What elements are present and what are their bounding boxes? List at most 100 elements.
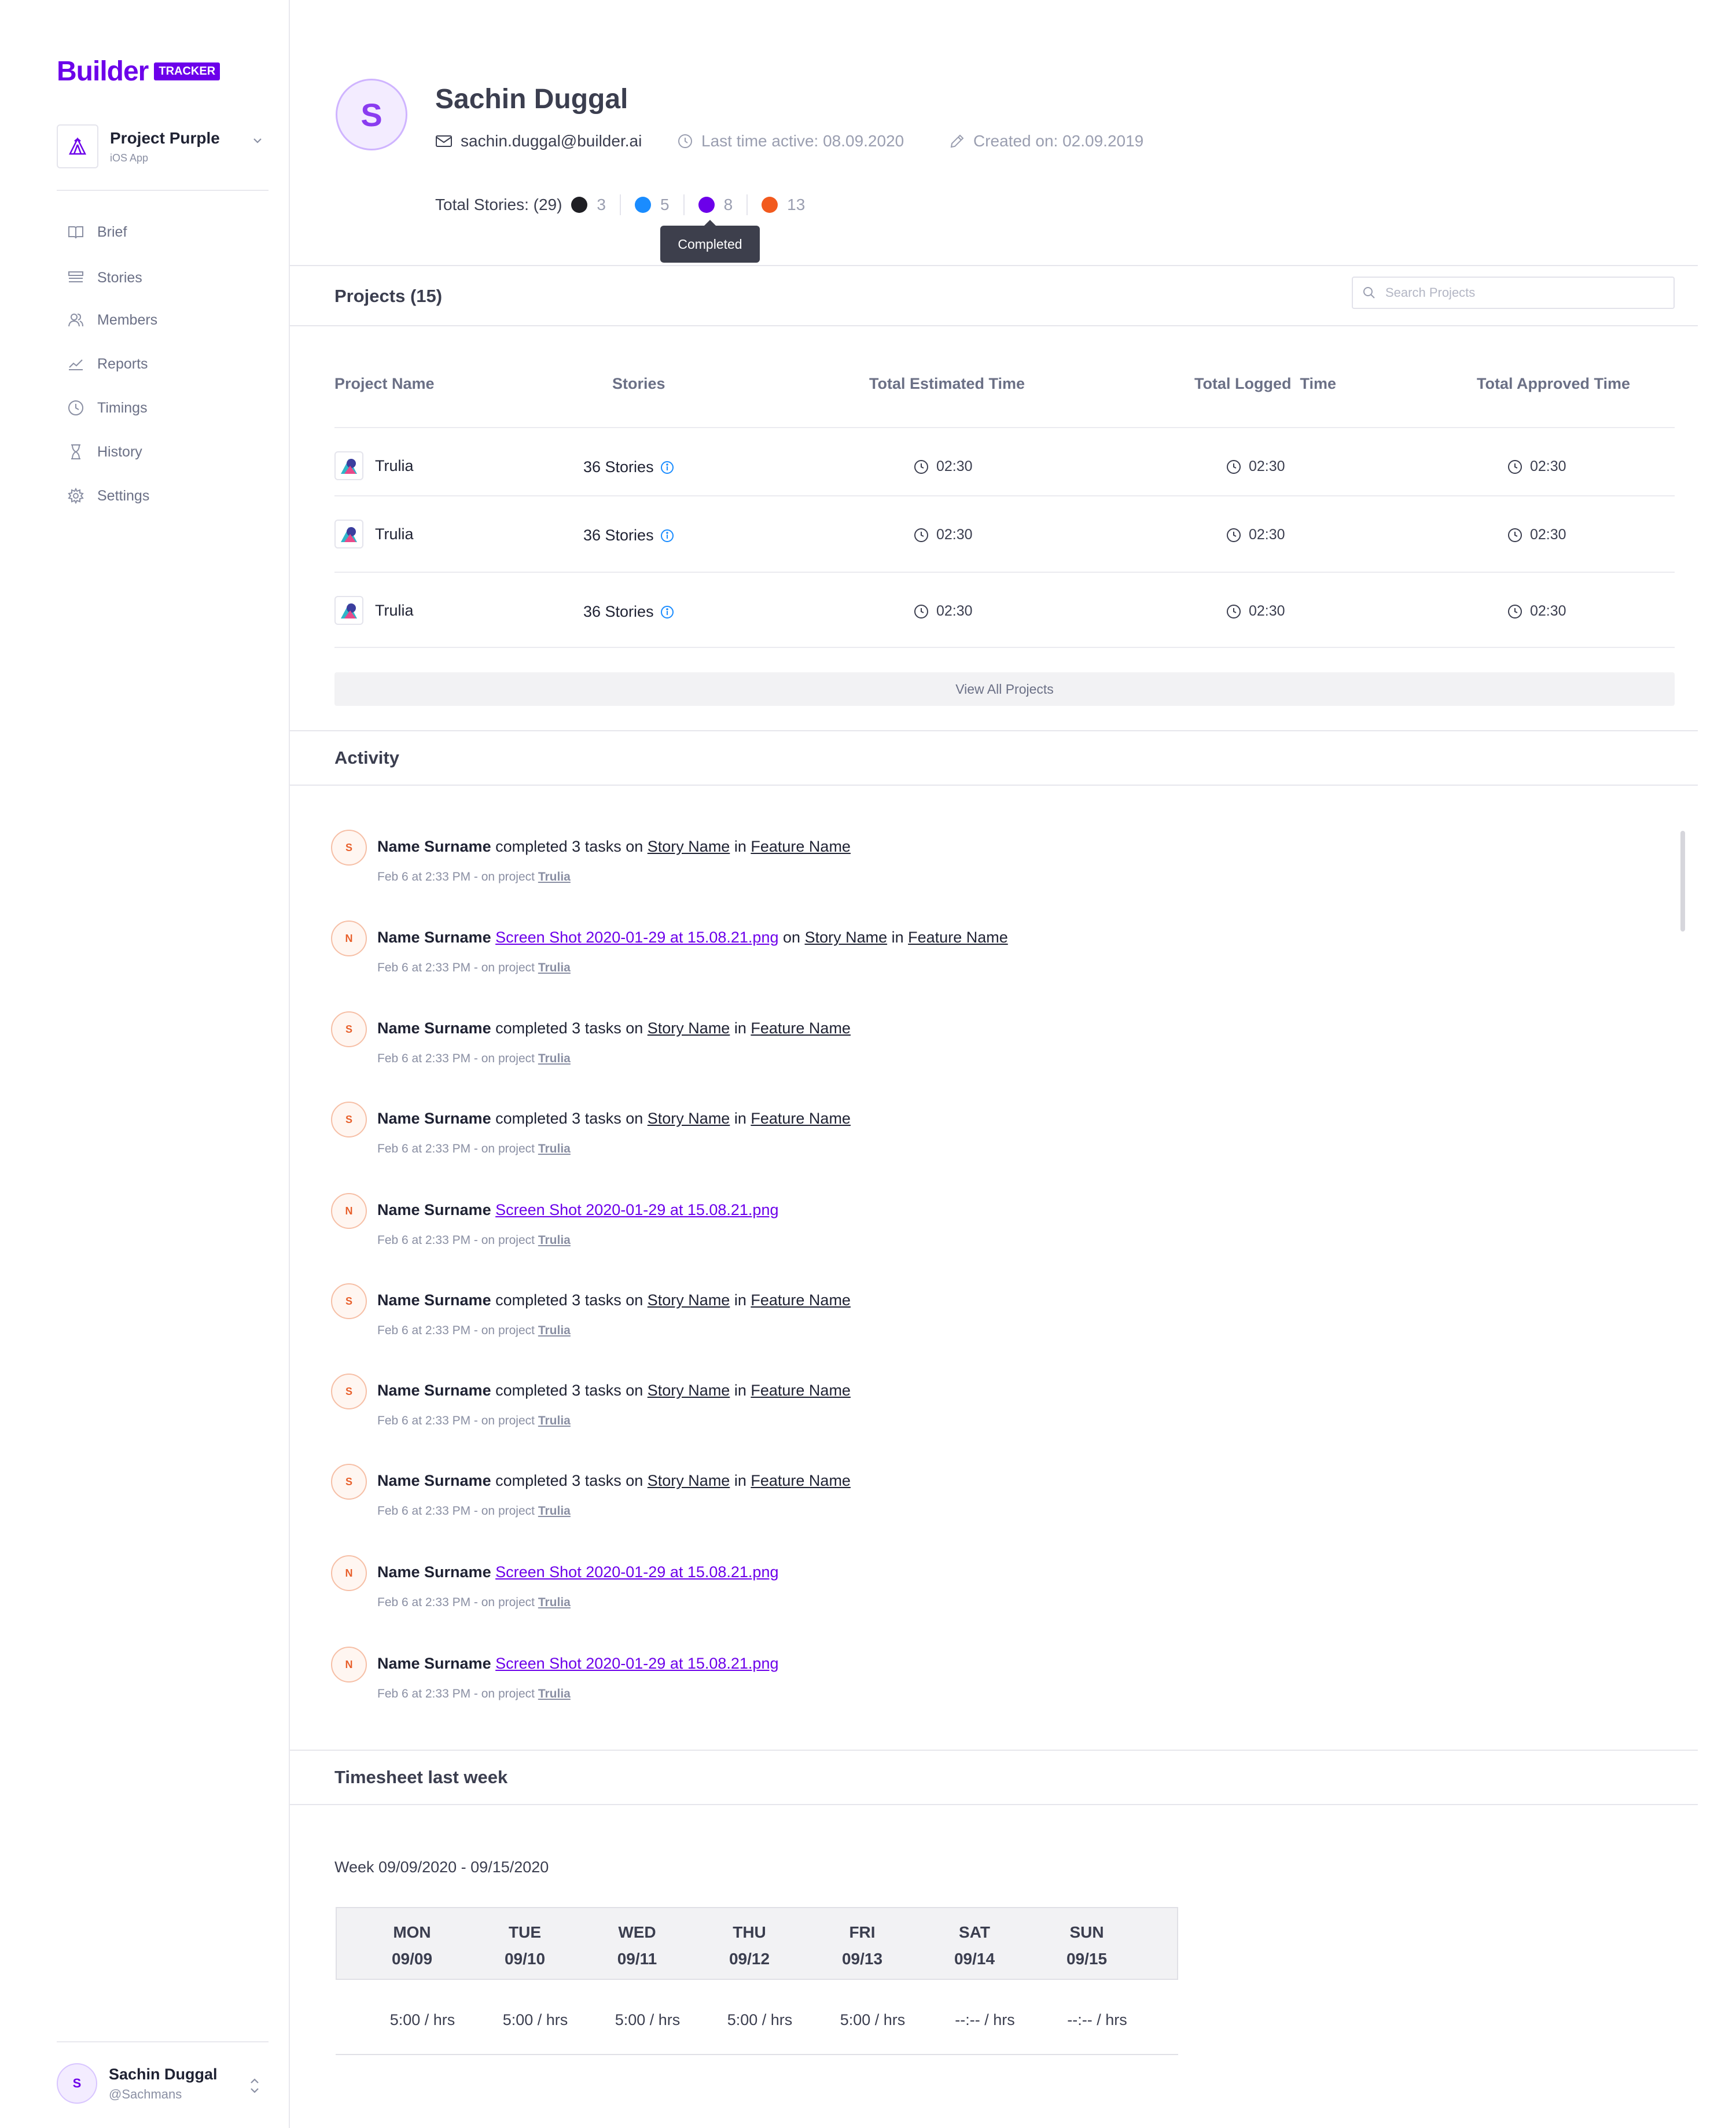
user-name[interactable]: Name Surname (377, 1019, 491, 1037)
sidebar-item-stories[interactable]: Stories (67, 269, 142, 286)
day-date: 09/09 (391, 1950, 433, 1968)
column-header[interactable]: Stories (612, 375, 665, 393)
sidebar-item-reports[interactable]: Reports (67, 355, 148, 373)
feature-link[interactable]: Feature Name (908, 929, 1008, 946)
avatar: S (57, 2063, 97, 2104)
column-header[interactable]: Total Estimated Time (869, 375, 1025, 393)
avatar: N (331, 1555, 367, 1591)
project-link[interactable]: Trulia (538, 1052, 571, 1065)
status-dot-completed[interactable] (698, 197, 715, 213)
search-box[interactable] (1352, 277, 1675, 309)
user-name[interactable]: Name Surname (377, 1563, 491, 1581)
status-dot[interactable] (635, 197, 651, 213)
week-range: Week 09/09/2020 - 09/15/2020 (334, 1858, 549, 1876)
day-header: SAT 09/14 (928, 1923, 1021, 1968)
story-link[interactable]: Story Name (648, 1382, 730, 1399)
activity-item: N Name Surname Screen Shot 2020-01-29 at… (331, 1193, 1662, 1262)
profile-email: sachin.duggal@builder.ai (435, 132, 642, 150)
feature-link[interactable]: Feature Name (751, 1382, 851, 1399)
story-link[interactable]: Story Name (805, 929, 888, 946)
table-row[interactable]: Trulia 36 Stories 02:30 02:30 02:30 (334, 572, 1675, 648)
divider (290, 265, 1698, 266)
builder-logo[interactable]: Builder TRACKER (57, 56, 220, 87)
user-name[interactable]: Name Surname (377, 1655, 491, 1672)
project-link[interactable]: Trulia (538, 1414, 571, 1427)
file-link[interactable]: Screen Shot 2020-01-29 at 15.08.21.png (495, 1655, 778, 1672)
feature-link[interactable]: Feature Name (751, 1019, 851, 1037)
file-link[interactable]: Screen Shot 2020-01-29 at 15.08.21.png (495, 1201, 778, 1218)
project-switcher[interactable]: Project Purple iOS App (57, 124, 269, 169)
avatar: N (331, 1193, 367, 1229)
in-text: in (734, 1110, 746, 1127)
user-name[interactable]: Name Surname (377, 1382, 491, 1399)
timesheet-title: Timesheet last week (334, 1767, 508, 1787)
project-link[interactable]: Trulia (538, 1504, 571, 1518)
activity-meta: Feb 6 at 2:33 PM - on project (377, 870, 535, 883)
project-link[interactable]: Trulia (538, 1234, 571, 1247)
project-link[interactable]: Trulia (538, 1324, 571, 1337)
project-name: Trulia (375, 525, 414, 543)
project-link[interactable]: Trulia (538, 1142, 571, 1155)
story-link[interactable]: Story Name (648, 1110, 730, 1127)
table-row[interactable]: Trulia 36 Stories 02:30 02:30 02:30 (334, 427, 1675, 503)
divider (290, 1804, 1698, 1805)
clock-icon (1227, 604, 1241, 618)
feature-link[interactable]: Feature Name (751, 1472, 851, 1489)
info-icon[interactable] (660, 605, 675, 620)
user-name[interactable]: Name Surname (377, 1110, 491, 1127)
project-link[interactable]: Trulia (538, 961, 571, 974)
search-input[interactable] (1385, 285, 1663, 300)
story-link[interactable]: Story Name (648, 1019, 730, 1037)
project-link[interactable]: Trulia (538, 1596, 571, 1609)
story-link[interactable]: Story Name (648, 838, 730, 855)
sidebar-item-history[interactable]: History (67, 443, 142, 461)
logged-time: 02:30 (1249, 458, 1285, 474)
column-header[interactable]: Total Approved Time (1477, 375, 1630, 393)
activity-meta: Feb 6 at 2:33 PM - on project (377, 1234, 535, 1247)
status-dot[interactable] (571, 197, 588, 213)
column-header[interactable]: Project Name (334, 375, 435, 393)
feature-link[interactable]: Feature Name (751, 1291, 851, 1309)
info-icon[interactable] (660, 460, 675, 475)
table-row[interactable]: Trulia 36 Stories 02:30 02:30 02:30 (334, 495, 1675, 572)
day-hours: 5:00 / hrs (840, 2011, 906, 2028)
sidebar-item-label: Brief (97, 223, 127, 240)
chevron-up-down-icon[interactable] (248, 2076, 262, 2098)
user-name[interactable]: Name Surname (377, 1291, 491, 1309)
project-link[interactable]: Trulia (538, 1687, 571, 1700)
day-hours: 5:00 / hrs (615, 2011, 681, 2028)
feature-link[interactable]: Feature Name (751, 838, 851, 855)
user-name[interactable]: Name Surname (377, 838, 491, 855)
user-name[interactable]: Name Surname (377, 1201, 491, 1218)
view-all-projects-button[interactable]: View All Projects (334, 672, 1675, 706)
sidebar-item-members[interactable]: Members (67, 311, 157, 329)
pencil-icon (950, 134, 964, 148)
chart-line-icon (69, 359, 83, 370)
story-link[interactable]: Story Name (648, 1291, 730, 1309)
last-active-text: Last time active: 08.09.2020 (701, 132, 904, 150)
user-name[interactable]: Name Surname (377, 1472, 491, 1489)
project-name: Trulia (375, 456, 414, 474)
scrollbar[interactable] (1680, 831, 1685, 932)
total-stories: Total Stories: (29) 3 5 8 13 (435, 194, 819, 215)
file-link[interactable]: Screen Shot 2020-01-29 at 15.08.21.png (495, 929, 778, 946)
info-icon[interactable] (660, 528, 675, 543)
file-link[interactable]: Screen Shot 2020-01-29 at 15.08.21.png (495, 1563, 778, 1581)
activity-meta: Feb 6 at 2:33 PM - on project (377, 961, 535, 974)
column-header[interactable]: Total Logged Time (1194, 375, 1336, 393)
day-header: TUE 09/10 (479, 1923, 571, 1968)
project-name: Trulia (375, 601, 414, 619)
profile-name: Sachin Duggal (435, 84, 628, 115)
feature-link[interactable]: Feature Name (751, 1110, 851, 1127)
chevron-down-icon[interactable] (251, 134, 264, 150)
status-dot[interactable] (762, 197, 778, 213)
day-name: WED (618, 1923, 656, 1941)
sidebar-item-timings[interactable]: Timings (67, 399, 148, 417)
story-link[interactable]: Story Name (648, 1472, 730, 1489)
sidebar-item-settings[interactable]: Settings (67, 487, 149, 505)
divider (290, 1750, 1698, 1751)
sidebar-item-brief[interactable]: Brief (67, 223, 127, 241)
user-name[interactable]: Name Surname (377, 929, 491, 946)
project-link[interactable]: Trulia (538, 870, 571, 883)
current-user[interactable]: S Sachin Duggal @Sachmans (57, 2063, 218, 2104)
